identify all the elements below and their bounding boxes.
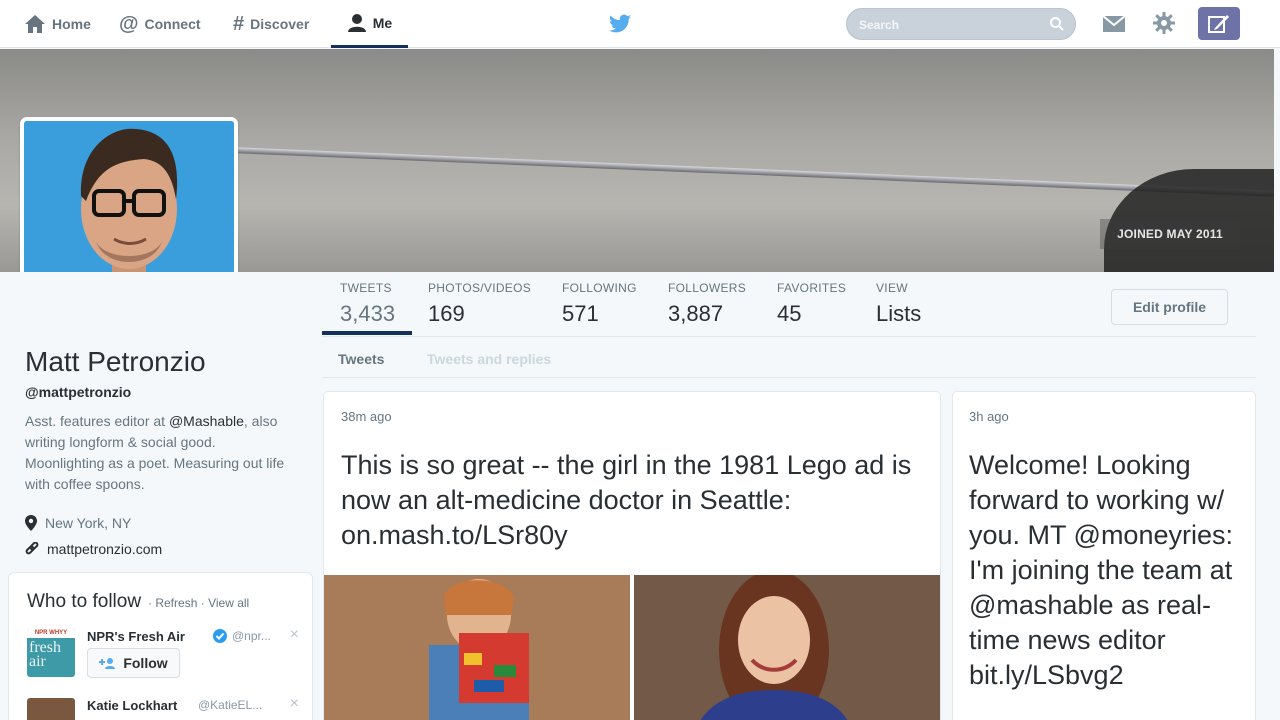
tweet-photo-1981-ad[interactable] xyxy=(324,575,630,720)
tweet-text: Welcome! Looking forward to working w/ y… xyxy=(969,450,1233,690)
mail-icon[interactable] xyxy=(1102,14,1126,34)
stat-following-value: 571 xyxy=(562,301,599,326)
profile-nav-bar xyxy=(0,272,1274,336)
nav-home-label: Home xyxy=(52,16,91,32)
joined-date: JOINED MAY 2011 xyxy=(1100,219,1240,249)
tweet-card[interactable]: 3h ago Welcome! Looking forward to worki… xyxy=(952,391,1256,720)
stat-photos-videos[interactable]: PHOTOS/VIDEOS 169 xyxy=(428,281,531,327)
nav-connect[interactable]: @ Connect xyxy=(119,0,201,48)
katie-avatar xyxy=(27,698,75,720)
home-icon xyxy=(25,15,45,33)
profile-location: New York, NY xyxy=(25,515,131,531)
tweet-text: This is so great -- the girl in the 1981… xyxy=(341,450,912,550)
nav-connect-label: Connect xyxy=(144,16,201,32)
who-to-follow-links: · Refresh · View all xyxy=(148,596,249,610)
stat-tweets[interactable]: TWEETS 3,433 xyxy=(340,281,395,327)
top-nav-bar: Home @ Connect # Discover Me xyxy=(0,0,1280,48)
profile-url[interactable]: mattpetronzio.com xyxy=(25,541,162,557)
nav-me-label: Me xyxy=(372,14,393,31)
suggestion-katie-lockhart[interactable]: Katie Lockhart @KatieEL... × xyxy=(27,695,307,720)
follow-person-plus-icon xyxy=(99,658,116,669)
stat-following[interactable]: FOLLOWING 571 xyxy=(562,281,637,327)
view-all-link[interactable]: View all xyxy=(208,596,249,610)
stat-following-label: FOLLOWING xyxy=(562,281,637,295)
photo-smiling-woman xyxy=(634,575,940,720)
search-icon[interactable] xyxy=(1049,16,1065,32)
nav-me[interactable]: Me xyxy=(331,0,408,48)
active-stat-underline xyxy=(322,331,412,335)
hashtag-icon: # xyxy=(233,12,245,35)
twitter-bird-icon[interactable] xyxy=(608,12,632,36)
dismiss-close-icon[interactable]: × xyxy=(290,695,299,713)
stat-lists-value: Lists xyxy=(876,301,922,326)
npr-logo-text: NPR WHYY xyxy=(27,629,75,638)
stat-photos-value: 169 xyxy=(428,301,465,326)
fresh-air-logo-text: fresh air xyxy=(29,639,61,670)
tweet-card[interactable]: 38m ago This is so great -- the girl in … xyxy=(323,391,941,720)
suggestion-name[interactable]: NPR's Fresh Air xyxy=(87,629,185,644)
compose-tweet-button[interactable] xyxy=(1198,7,1240,40)
stat-favorites[interactable]: FAVORITES 45 xyxy=(777,281,846,327)
who-to-follow-title: Who to follow xyxy=(27,591,142,612)
stat-tweets-label: TWEETS xyxy=(340,281,392,295)
profile-bio: Asst. features editor at @Mashable, also… xyxy=(25,411,295,495)
verified-badge-icon xyxy=(213,629,227,643)
npr-avatar: NPR WHYY fresh air xyxy=(27,629,75,677)
edit-profile-button[interactable]: Edit profile xyxy=(1111,289,1228,325)
suggestion-npr-fresh-air[interactable]: NPR WHYY fresh air NPR's Fresh Air @npr.… xyxy=(27,626,307,685)
stat-lists-label: VIEW xyxy=(876,281,908,295)
at-icon: @ xyxy=(119,12,139,35)
stat-favorites-value: 45 xyxy=(777,301,802,326)
suggestion-handle: @npr... xyxy=(232,629,271,643)
stat-followers[interactable]: FOLLOWERS 3,887 xyxy=(668,281,746,327)
stat-followers-label: FOLLOWERS xyxy=(668,281,747,295)
gear-icon[interactable] xyxy=(1152,11,1176,35)
person-icon xyxy=(347,13,366,32)
search-box[interactable] xyxy=(846,8,1076,40)
compose-icon xyxy=(1208,14,1229,33)
tweet-timestamp[interactable]: 38m ago xyxy=(341,409,392,424)
dot-separator: · xyxy=(148,596,152,610)
search-input[interactable] xyxy=(859,16,1049,34)
stat-lists[interactable]: VIEW Lists xyxy=(876,281,921,327)
url-text[interactable]: mattpetronzio.com xyxy=(47,541,162,557)
location-pin-icon xyxy=(25,515,37,531)
tweet-photo-doctor[interactable] xyxy=(634,575,940,720)
stat-photos-label: PHOTOS/VIDEOS xyxy=(428,281,532,295)
nav-discover[interactable]: # Discover xyxy=(233,0,309,48)
dismiss-close-icon[interactable]: × xyxy=(290,626,299,644)
dot-separator: · xyxy=(200,596,205,610)
stat-followers-value: 3,887 xyxy=(668,301,724,326)
photo-girl-with-lego xyxy=(324,575,630,720)
suggestion-name[interactable]: Katie Lockhart xyxy=(87,698,177,713)
link-icon xyxy=(25,542,39,555)
suggestion-handle: @KatieEL... xyxy=(198,698,263,712)
nav-discover-label: Discover xyxy=(250,16,310,32)
who-to-follow-panel: Who to follow · Refresh · View all NPR W… xyxy=(8,572,313,720)
tweet-subtabs: Tweets Tweets and replies xyxy=(322,336,1256,378)
location-text: New York, NY xyxy=(45,515,132,531)
tab-tweets-and-replies[interactable]: Tweets and replies xyxy=(427,351,551,367)
bio-text-1: Asst. features editor at xyxy=(25,413,169,429)
refresh-link[interactable]: Refresh xyxy=(155,596,197,610)
profile-handle[interactable]: @mattpetronzio xyxy=(25,384,131,400)
follow-button[interactable]: Follow xyxy=(87,648,180,678)
bio-mention[interactable]: @Mashable xyxy=(169,413,244,429)
follow-label: Follow xyxy=(123,655,168,671)
stat-favorites-label: FAVORITES xyxy=(777,281,847,295)
profile-name: Matt Petronzio xyxy=(25,346,206,377)
nav-home[interactable]: Home xyxy=(24,0,91,48)
tweet-timestamp[interactable]: 3h ago xyxy=(969,409,1009,424)
tab-tweets[interactable]: Tweets xyxy=(338,351,384,367)
stat-tweets-value: 3,433 xyxy=(340,301,396,326)
